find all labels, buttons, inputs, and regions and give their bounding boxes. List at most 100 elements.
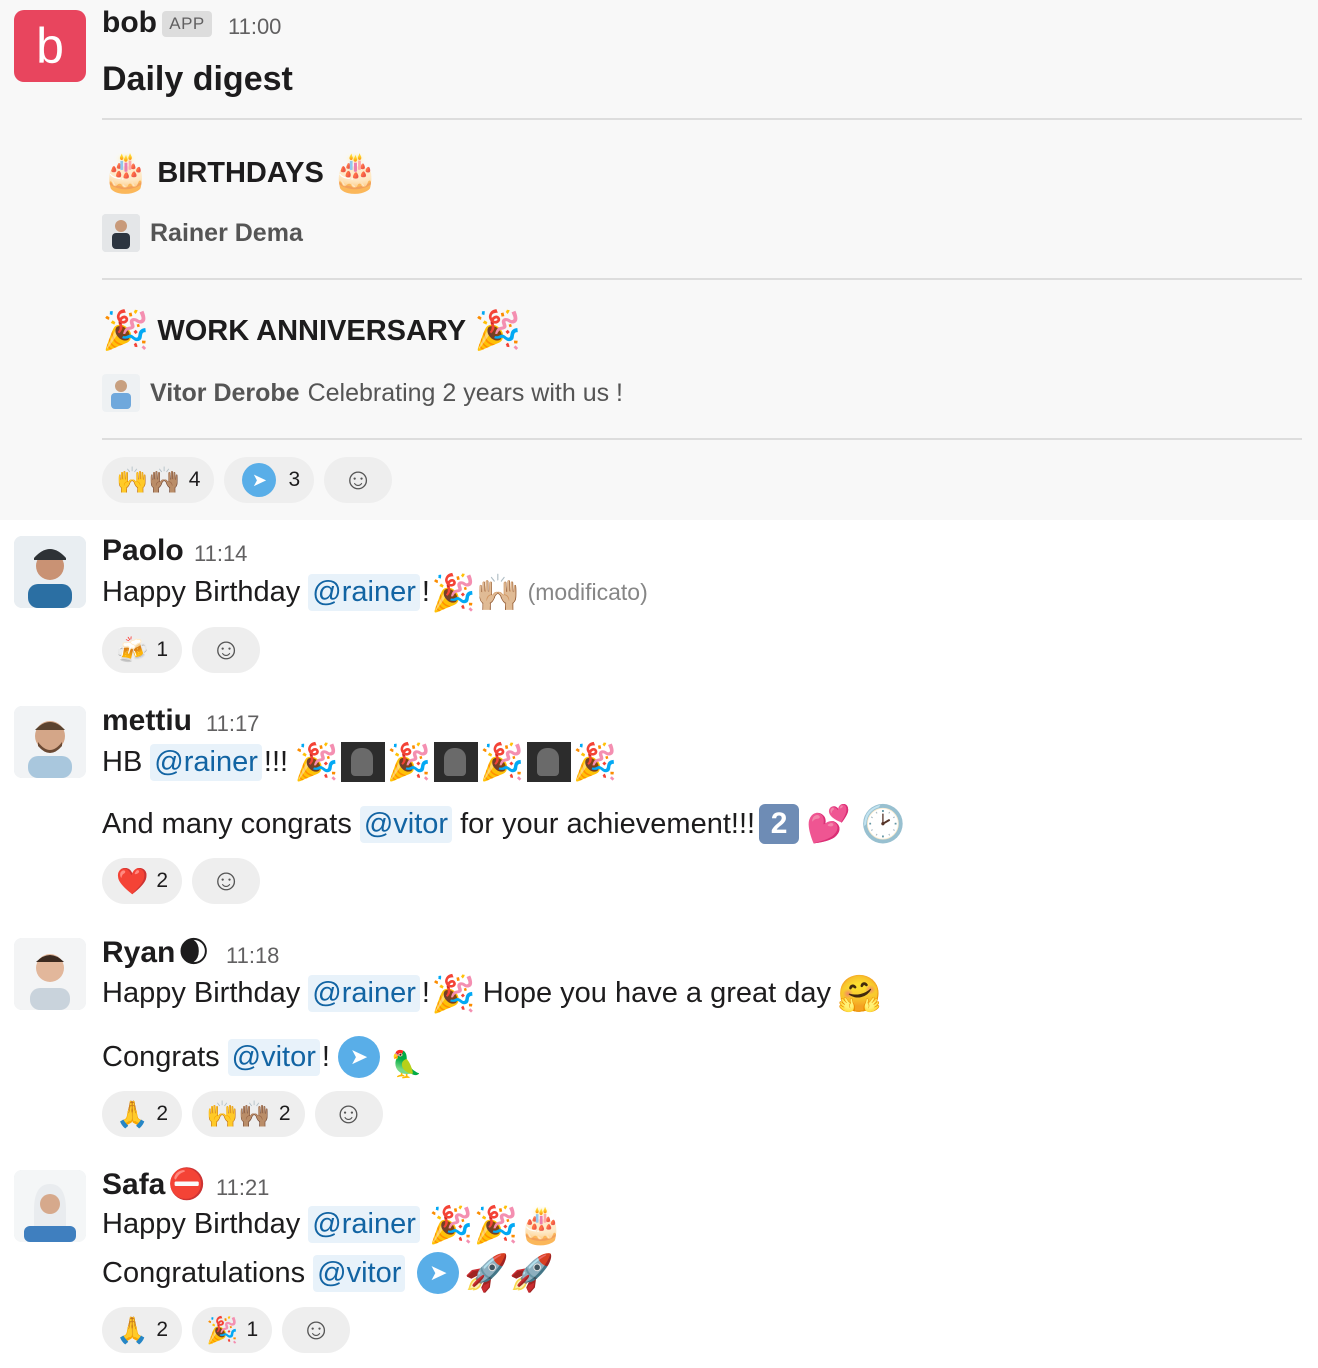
digest-title: Daily digest [102,60,293,98]
sender-name-paolo[interactable]: Paolo [102,534,184,568]
message-text: Congrats @vitor ! ➤ 🦜 [102,1036,423,1078]
custom-emoji-image [433,742,478,782]
text: HB [102,745,143,778]
rainer-avatar[interactable] [102,214,140,252]
anniversary-heading: 🎉 WORK ANNIVERSARY 🎉 [102,312,521,350]
custom-emoji-image [340,742,385,782]
mention-rainer[interactable]: @rainer [308,1206,420,1243]
message-text: HB @rainer !!! 🎉 🎉 🎉 🎉 [102,742,618,782]
no-entry-status-icon[interactable]: ⛔ [168,1170,205,1200]
thank-you-icon: 🙏 [116,1315,149,1345]
mention-vitor[interactable]: @vitor [359,805,453,843]
app-badge: APP [162,11,212,37]
add-emoji-icon: ☺ [300,1313,332,1346]
party-popper-icon: 🎉 [294,741,339,782]
reactions-bar: 🙏 2 🙌🙌🏽 2 ☺ [102,1091,383,1137]
birthdays-heading: 🎂 BIRTHDAYS 🎂 [102,154,379,192]
paolo-avatar[interactable] [14,536,86,608]
party-popper-icon: 🎉 [572,741,618,782]
reactions-bar: 🙌🙌🏽 4 ➤ 3 ☺ [102,457,393,503]
thank-you-icon: 🙏 [116,1099,149,1129]
mention-vitor[interactable]: @vitor [227,1038,320,1076]
mention-vitor[interactable]: @vitor [313,1254,406,1292]
reactions-bar: 🍻 1 ☺ [102,627,261,673]
text: ! [321,1040,330,1073]
mention-rainer[interactable]: @rainer [150,743,262,781]
text: !!! [263,745,289,778]
sender-name-ryan[interactable]: Ryan [102,936,175,970]
birthdays-label: BIRTHDAYS [157,156,324,189]
add-emoji-icon: ☺ [342,463,374,496]
mettiu-avatar[interactable] [14,706,86,778]
mention-rainer[interactable]: @rainer [308,975,420,1012]
message-timestamp[interactable]: 11:00 [228,14,281,40]
sender-name-mettiu[interactable]: mettiu [102,704,192,738]
add-emoji-icon: ☺ [333,1097,364,1130]
reaction-thank-you[interactable]: 🙏 2 [102,1091,183,1137]
reaction-thank-you[interactable]: 🙏 2 [102,1307,183,1353]
paper-plane-icon: ➤ [337,1036,380,1078]
add-reaction-button[interactable]: ☺ [282,1307,351,1353]
party-parrot-icon: 🦜 [389,1049,423,1079]
paper-plane-icon: ➤ [417,1252,460,1294]
vitor-avatar[interactable] [102,374,140,412]
reaction-count: 1 [156,638,169,661]
party-popper-icon: 🎉 [102,310,150,352]
message-timestamp[interactable]: 11:21 [216,1175,269,1201]
hugging-face-icon: 🤗 [837,972,882,1014]
text: Happy Birthday [102,1208,301,1240]
divider [102,118,1302,120]
custom-emoji-image [526,742,571,782]
message-text: Happy Birthday @rainer 🎉🎉🎂 [102,1206,564,1243]
raised-hands-icon: 🙌🙌🏽 [206,1099,271,1129]
reaction-count: 3 [288,468,301,491]
raised-hands-icon: 🙌🙌🏽 [116,465,181,495]
message-timestamp[interactable]: 11:18 [226,943,279,969]
birthday-person-name[interactable]: Rainer Dema [150,219,303,248]
text: And many congrats [102,807,352,840]
anniversary-person-name[interactable]: Vitor Derobe [150,379,300,408]
message-timestamp[interactable]: 11:17 [206,711,259,737]
message-timestamp[interactable]: 11:14 [194,541,247,567]
text: Happy Birthday [102,977,301,1009]
text: Hope you have a great day [482,977,832,1009]
bot-message: b bob APP 11:00 Daily digest 🎂 BIRTHDAYS… [0,0,1318,520]
reaction-party-popper[interactable]: 🎉 1 [192,1307,273,1353]
message-text: Happy Birthday @rainer ! 🎉 Hope you have… [102,975,883,1012]
sender-name-bob[interactable]: bob [102,6,157,40]
safa-avatar[interactable] [14,1170,86,1242]
text: for your achievement!!! [460,807,756,840]
add-reaction-button[interactable]: ☺ [192,627,261,673]
birthday-person: Rainer Dema [102,214,311,252]
message-text: Congratulations @vitor ➤ 🚀🚀 [102,1252,555,1294]
anniversary-note: Celebrating 2 years with us ! [307,378,624,407]
reaction-raised-hands[interactable]: 🙌🙌🏽 2 [192,1091,305,1137]
mention-rainer[interactable]: @rainer [308,574,420,611]
reaction-heart[interactable]: ❤️ 2 [102,858,183,904]
party-popper-icon: 🎉 [474,310,522,352]
bob-app-avatar[interactable]: b [14,10,86,82]
party-popper-icon: 🎉 [386,741,432,782]
party-cake-icons: 🎉🎉🎂 [428,1203,564,1245]
anniversary-label: WORK ANNIVERSARY [157,314,467,347]
add-reaction-button[interactable]: ☺ [192,858,261,904]
add-reaction-button[interactable]: ☺ [314,1091,383,1137]
party-popper-icon: 🎉 [206,1315,239,1345]
reaction-beers[interactable]: 🍻 1 [102,627,183,673]
text: Congratulations [102,1256,306,1289]
reaction-paper-plane[interactable]: ➤ 3 [224,457,315,503]
paper-plane-icon: ➤ [242,463,277,497]
message-text: And many congrats @vitor for your achiev… [102,804,907,844]
avatar-letter: b [36,18,64,74]
reaction-raised-hands[interactable]: 🙌🙌🏽 4 [102,457,215,503]
moon-status-icon[interactable]: 🌒 [178,938,209,968]
reactions-bar: ❤️ 2 ☺ [102,858,261,904]
ryan-avatar[interactable] [14,938,86,1010]
rocket-icons: 🚀🚀 [464,1252,555,1293]
reaction-count: 2 [156,1318,169,1341]
sender-name-safa[interactable]: Safa [102,1168,165,1202]
party-popper-icon: 🎉 [479,741,525,782]
reaction-count: 2 [156,1102,169,1125]
heart-icon: ❤️ [116,866,149,896]
add-reaction-button[interactable]: ☺ [324,457,393,503]
